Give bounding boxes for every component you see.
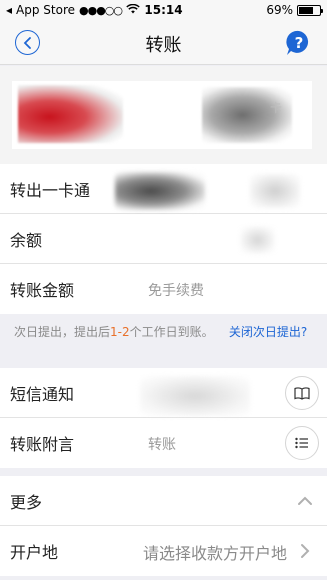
list-icon	[295, 437, 308, 449]
source-card-row[interactable]: 转出一卡通	[0, 164, 327, 214]
contacts-book-button[interactable]	[285, 376, 319, 410]
close-next-day-link[interactable]: 关闭次日提出?	[229, 325, 307, 339]
remark-input[interactable]: 转账	[148, 434, 176, 454]
chevron-right-icon[interactable]	[297, 543, 313, 559]
amount-label: 转账金额	[10, 281, 75, 300]
section-divider	[0, 468, 327, 474]
remark-label: 转账附言	[10, 435, 75, 454]
next-day-notice: 次日提出，提出后1-2个工作日到账。 关闭次日提出?	[0, 315, 327, 365]
sms-notify-row[interactable]: 短信通知	[0, 368, 327, 418]
more-section: 更多 开户地 请选择收款方开户地	[0, 476, 327, 576]
notice-text-after: 个工作日到账。	[129, 325, 214, 339]
card-number-redacted	[115, 172, 205, 210]
extras-form: 短信通知 转账附言 转账	[0, 368, 327, 468]
balance-value-redacted	[240, 226, 275, 254]
remark-list-button[interactable]	[285, 426, 319, 460]
book-icon	[294, 386, 310, 400]
help-chat-icon: ?	[286, 30, 309, 55]
battery-icon	[297, 4, 323, 16]
balance-row: 余额	[0, 214, 327, 264]
sms-phone-redacted	[140, 376, 250, 416]
balance-label: 余额	[10, 230, 43, 250]
account-region-label: 开户地	[10, 543, 59, 562]
notice-text-before: 次日提出，提出后	[14, 325, 111, 339]
account-region-row[interactable]: 开户地 请选择收款方开户地	[0, 526, 327, 576]
svg-text:?: ?	[295, 34, 304, 52]
status-bar: ◂ App Store ●●●○○ 15:14 69%	[0, 0, 327, 20]
sms-notify-label: 短信通知	[10, 384, 75, 404]
battery-percent: 69%	[266, 3, 293, 17]
amount-input[interactable]: 免手续费	[148, 280, 204, 300]
notice-highlight: 1-2	[110, 325, 130, 339]
bank-card-image[interactable]: 卡	[12, 81, 312, 149]
source-card-label: 转出一卡通	[10, 180, 91, 200]
transfer-form: 转出一卡通 余额 转账金额 免手续费	[0, 164, 327, 314]
card-banner: 卡	[0, 66, 327, 164]
account-region-select[interactable]: 请选择收款方开户地	[143, 540, 287, 564]
page-title: 转账	[145, 35, 182, 56]
status-right: 69%	[266, 3, 323, 17]
more-toggle-row[interactable]: 更多	[0, 476, 327, 526]
card-logo-redacted	[18, 85, 123, 143]
amount-row[interactable]: 转账金额 免手续费	[0, 264, 327, 314]
card-partial-label: 卡	[270, 101, 283, 115]
card-suffix-redacted	[250, 174, 300, 208]
remark-row[interactable]: 转账附言 转账	[0, 418, 327, 468]
help-button[interactable]: ?	[285, 29, 313, 57]
navigation-bar: 转账 ?	[0, 20, 327, 65]
chevron-up-icon[interactable]	[297, 493, 313, 509]
more-label: 更多	[10, 492, 43, 512]
